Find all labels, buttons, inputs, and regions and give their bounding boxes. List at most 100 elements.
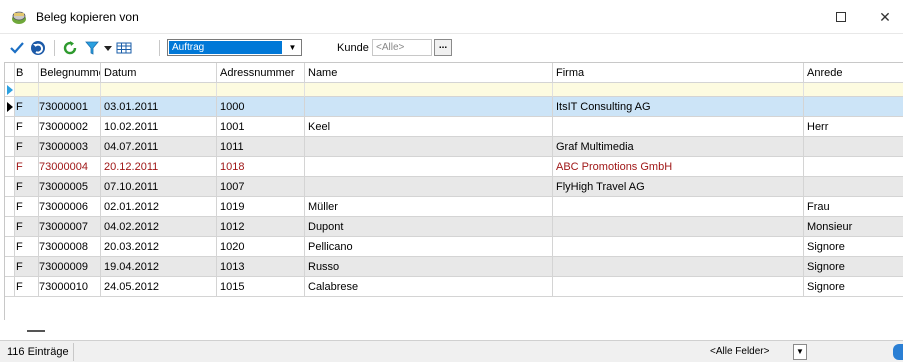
cell-belegnummer[interactable]: 73000008 bbox=[39, 237, 101, 257]
cell-b[interactable]: F bbox=[15, 217, 39, 237]
cell-name[interactable]: Russo bbox=[305, 257, 553, 277]
cell-belegnummer[interactable]: 73000010 bbox=[39, 277, 101, 297]
dropdown-arrow-icon[interactable]: ▼ bbox=[284, 40, 301, 55]
cell-firma[interactable] bbox=[553, 237, 804, 257]
cell-adressnummer[interactable]: 1019 bbox=[217, 197, 305, 217]
table-row[interactable]: F 73000009 19.04.2012 1013 Russo Signore bbox=[5, 257, 903, 277]
cell-belegnummer[interactable]: 73000003 bbox=[39, 137, 101, 157]
cell-adressnummer[interactable]: 1000 bbox=[217, 97, 305, 117]
cell-firma[interactable]: ItsIT Consulting AG bbox=[553, 97, 804, 117]
cell-anrede[interactable]: Monsieur bbox=[804, 217, 903, 237]
cell-anrede[interactable]: Signore bbox=[804, 237, 903, 257]
cell-anrede[interactable] bbox=[804, 177, 903, 197]
cell-name[interactable] bbox=[305, 97, 553, 117]
cell-datum[interactable]: 02.01.2012 bbox=[101, 197, 217, 217]
cell-belegnummer[interactable]: 73000002 bbox=[39, 117, 101, 137]
table-row[interactable]: F 73000008 20.03.2012 1020 Pellicano Sig… bbox=[5, 237, 903, 257]
checkmark-icon[interactable] bbox=[10, 38, 24, 58]
column-header-anrede[interactable]: Anrede bbox=[804, 63, 903, 83]
table-row[interactable]: F 73000002 10.02.2011 1001 Keel Herr bbox=[5, 117, 903, 137]
column-header-firma[interactable]: Firma bbox=[553, 63, 804, 83]
customer-input[interactable]: <Alle> bbox=[372, 39, 432, 56]
customer-browse-button[interactable]: ... bbox=[434, 39, 452, 56]
cell-adressnummer[interactable]: 1013 bbox=[217, 257, 305, 277]
close-button[interactable]: ✕ bbox=[862, 0, 903, 34]
cell-name[interactable]: Calabrese bbox=[305, 277, 553, 297]
table-row[interactable]: F 73000001 03.01.2011 1000 ItsIT Consult… bbox=[5, 97, 903, 117]
cell-belegnummer[interactable]: 73000005 bbox=[39, 177, 101, 197]
cell-anrede[interactable]: Frau bbox=[804, 197, 903, 217]
cell-belegnummer[interactable]: 73000007 bbox=[39, 217, 101, 237]
column-header-name[interactable]: Name bbox=[305, 63, 553, 83]
table-row[interactable]: F 73000005 07.10.2011 1007 FlyHigh Trave… bbox=[5, 177, 903, 197]
cell-datum[interactable]: 24.05.2012 bbox=[101, 277, 217, 297]
cell-adressnummer[interactable]: 1018 bbox=[217, 157, 305, 177]
cell-datum[interactable]: 07.10.2011 bbox=[101, 177, 217, 197]
filter-cell[interactable] bbox=[804, 83, 903, 97]
filter-cell[interactable] bbox=[101, 83, 217, 97]
cell-adressnummer[interactable]: 1007 bbox=[217, 177, 305, 197]
cell-anrede[interactable] bbox=[804, 137, 903, 157]
cell-name[interactable] bbox=[305, 157, 553, 177]
cell-datum[interactable]: 10.02.2011 bbox=[101, 117, 217, 137]
undo-icon[interactable] bbox=[30, 38, 46, 58]
column-header-datum[interactable]: Datum bbox=[101, 63, 217, 83]
cell-anrede[interactable] bbox=[804, 97, 903, 117]
cell-name[interactable]: Dupont bbox=[305, 217, 553, 237]
cell-firma[interactable] bbox=[553, 257, 804, 277]
cell-name[interactable] bbox=[305, 177, 553, 197]
column-header-adressnummer[interactable]: Adressnummer bbox=[217, 63, 305, 83]
column-header-belegnummer[interactable]: Belegnummer bbox=[39, 63, 101, 83]
filter-row[interactable] bbox=[5, 83, 903, 97]
cell-b[interactable]: F bbox=[15, 117, 39, 137]
cell-datum[interactable]: 04.02.2012 bbox=[101, 217, 217, 237]
cell-anrede[interactable]: Signore bbox=[804, 277, 903, 297]
cell-datum[interactable]: 03.01.2011 bbox=[101, 97, 217, 117]
table-row[interactable]: F 73000003 04.07.2011 1011 Graf Multimed… bbox=[5, 137, 903, 157]
cell-b[interactable]: F bbox=[15, 277, 39, 297]
cell-firma[interactable]: Graf Multimedia bbox=[553, 137, 804, 157]
cell-b[interactable]: F bbox=[15, 257, 39, 277]
filter-cell[interactable] bbox=[553, 83, 804, 97]
table-row[interactable]: F 73000004 20.12.2011 1018 ABC Promotion… bbox=[5, 157, 903, 177]
cell-datum[interactable]: 20.03.2012 bbox=[101, 237, 217, 257]
filter-cell[interactable] bbox=[39, 83, 101, 97]
cell-firma[interactable] bbox=[553, 197, 804, 217]
table-row[interactable]: F 73000007 04.02.2012 1012 Dupont Monsie… bbox=[5, 217, 903, 237]
cell-b[interactable]: F bbox=[15, 237, 39, 257]
table-row[interactable]: F 73000006 02.01.2012 1019 Müller Frau bbox=[5, 197, 903, 217]
document-type-select[interactable]: Auftrag ▼ bbox=[167, 39, 302, 56]
cell-belegnummer[interactable]: 73000004 bbox=[39, 157, 101, 177]
cell-firma[interactable]: ABC Promotions GmbH bbox=[553, 157, 804, 177]
filter-cell[interactable] bbox=[15, 83, 39, 97]
cell-b[interactable]: F bbox=[15, 137, 39, 157]
cell-name[interactable]: Pellicano bbox=[305, 237, 553, 257]
cell-belegnummer[interactable]: 73000006 bbox=[39, 197, 101, 217]
filter-icon[interactable] bbox=[85, 38, 99, 58]
cell-datum[interactable]: 19.04.2012 bbox=[101, 257, 217, 277]
cell-anrede[interactable]: Signore bbox=[804, 257, 903, 277]
cell-name[interactable]: Keel bbox=[305, 117, 553, 137]
cell-adressnummer[interactable]: 1011 bbox=[217, 137, 305, 157]
cell-firma[interactable] bbox=[553, 277, 804, 297]
cell-name[interactable] bbox=[305, 137, 553, 157]
cell-adressnummer[interactable]: 1015 bbox=[217, 277, 305, 297]
cell-belegnummer[interactable]: 73000009 bbox=[39, 257, 101, 277]
cell-datum[interactable]: 20.12.2011 bbox=[101, 157, 217, 177]
cell-name[interactable]: Müller bbox=[305, 197, 553, 217]
cell-firma[interactable] bbox=[553, 117, 804, 137]
maximize-button[interactable] bbox=[818, 0, 864, 34]
cell-anrede[interactable] bbox=[804, 157, 903, 177]
field-filter-value[interactable]: <Alle Felder> bbox=[710, 344, 769, 360]
cell-adressnummer[interactable]: 1012 bbox=[217, 217, 305, 237]
cell-b[interactable]: F bbox=[15, 97, 39, 117]
cell-adressnummer[interactable]: 1020 bbox=[217, 237, 305, 257]
splitter-handle[interactable] bbox=[27, 330, 45, 332]
cell-belegnummer[interactable]: 73000001 bbox=[39, 97, 101, 117]
cell-b[interactable]: F bbox=[15, 197, 39, 217]
refresh-icon[interactable] bbox=[62, 38, 78, 58]
filter-cell[interactable] bbox=[305, 83, 553, 97]
cell-adressnummer[interactable]: 1001 bbox=[217, 117, 305, 137]
grid-view-icon[interactable] bbox=[116, 38, 132, 58]
cell-anrede[interactable]: Herr bbox=[804, 117, 903, 137]
